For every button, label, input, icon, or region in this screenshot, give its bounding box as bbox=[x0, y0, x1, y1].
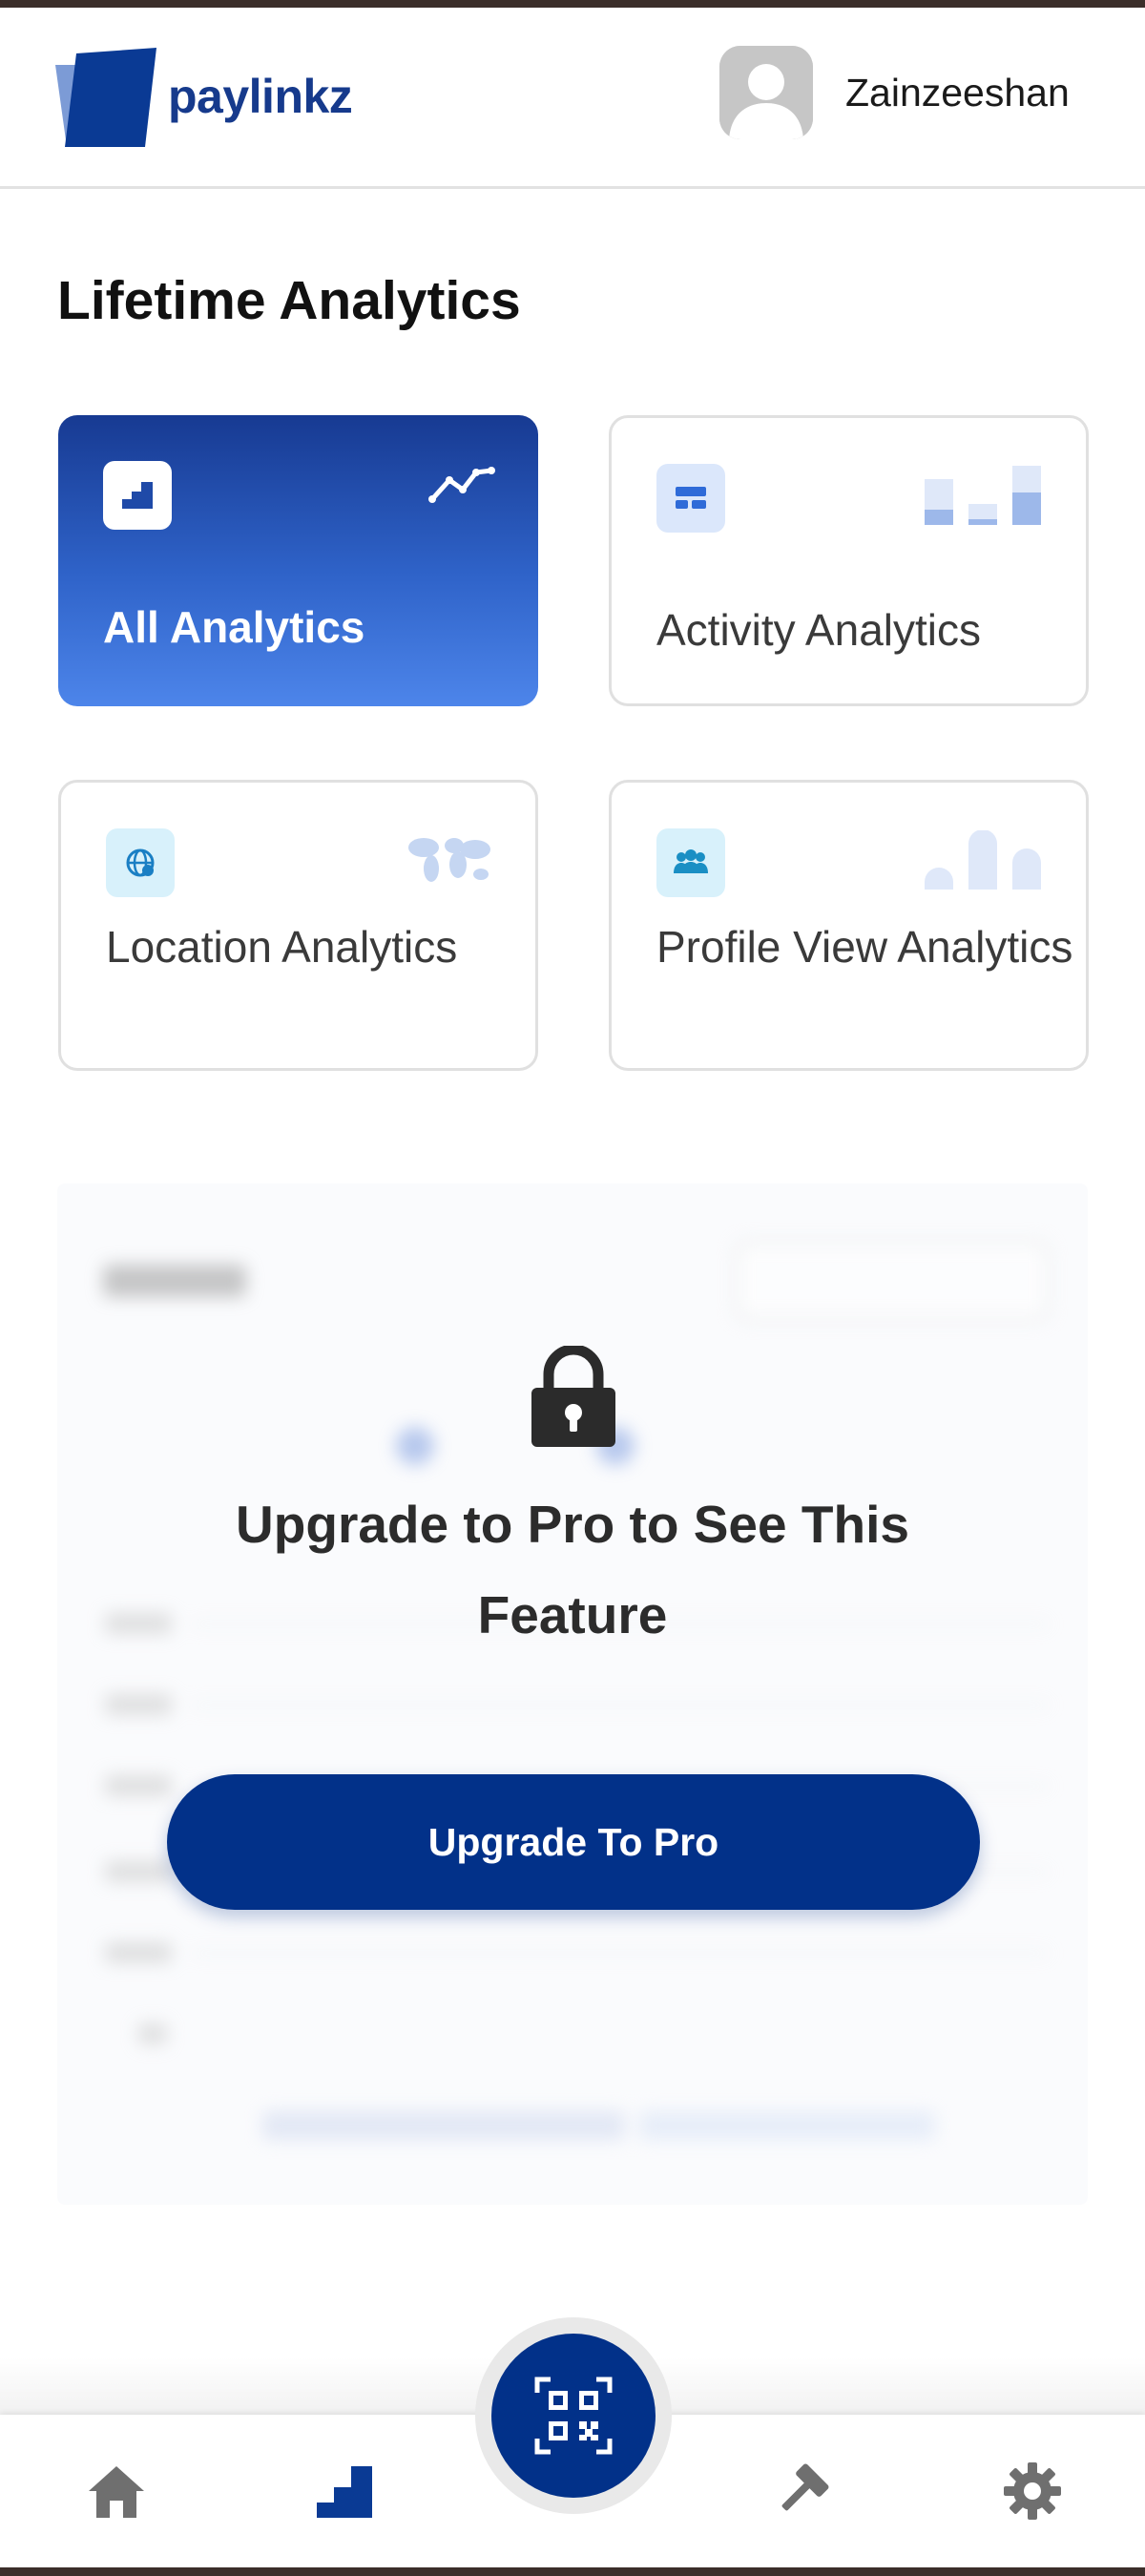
qr-code-icon bbox=[534, 2377, 613, 2455]
upgrade-message: Upgrade to Pro to See This Feature bbox=[236, 1495, 909, 1644]
upgrade-to-pro-button[interactable]: Upgrade To Pro bbox=[167, 1774, 980, 1910]
nav-home[interactable] bbox=[78, 2453, 155, 2529]
hammer-icon bbox=[781, 2463, 829, 2511]
brand-name: paylinkz bbox=[168, 70, 353, 123]
locked-analytics-panel bbox=[57, 1183, 1088, 2205]
nav-settings[interactable] bbox=[994, 2453, 1071, 2529]
people-icon bbox=[656, 828, 725, 897]
bar-chart-deco-icon bbox=[925, 466, 1041, 525]
card-location-analytics[interactable]: Location Analytics bbox=[58, 780, 538, 1071]
card-profile-view-analytics[interactable]: Profile View Analytics bbox=[609, 780, 1089, 1071]
card-label: Profile View Analytics bbox=[656, 922, 1073, 972]
world-map-deco-icon bbox=[408, 838, 490, 882]
card-all-analytics[interactable]: All Analytics bbox=[58, 415, 538, 706]
globe-icon bbox=[106, 828, 175, 897]
page-title: Lifetime Analytics bbox=[57, 270, 521, 331]
user-avatar-icon[interactable] bbox=[719, 46, 813, 139]
card-activity-analytics[interactable]: Activity Analytics bbox=[609, 415, 1089, 706]
card-label: Location Analytics bbox=[106, 922, 458, 972]
home-icon bbox=[89, 2466, 144, 2518]
activity-card-icon bbox=[656, 464, 725, 533]
gear-icon bbox=[1004, 2462, 1061, 2520]
avatar-silhouette-icon bbox=[719, 46, 813, 139]
blurred-chart-placeholder bbox=[57, 1183, 1088, 2205]
trend-line-icon bbox=[428, 467, 495, 503]
status-strip-top bbox=[0, 0, 1145, 8]
nav-analytics[interactable] bbox=[307, 2453, 384, 2529]
paylinkz-logo[interactable] bbox=[55, 48, 160, 155]
analytics-icon bbox=[317, 2466, 372, 2518]
lock-icon bbox=[531, 1346, 615, 1447]
card-label: All Analytics bbox=[103, 602, 365, 652]
status-strip-bottom bbox=[0, 2567, 1145, 2576]
card-label: Activity Analytics bbox=[656, 605, 981, 655]
app-header: paylinkz Zainzeeshan bbox=[0, 8, 1145, 189]
rounded-bars-deco-icon bbox=[925, 830, 1041, 890]
analytics-steps-icon bbox=[103, 461, 172, 530]
username-label[interactable]: Zainzeeshan bbox=[845, 71, 1070, 115]
nav-tools[interactable] bbox=[763, 2453, 840, 2529]
qr-scan-button[interactable] bbox=[491, 2334, 656, 2498]
